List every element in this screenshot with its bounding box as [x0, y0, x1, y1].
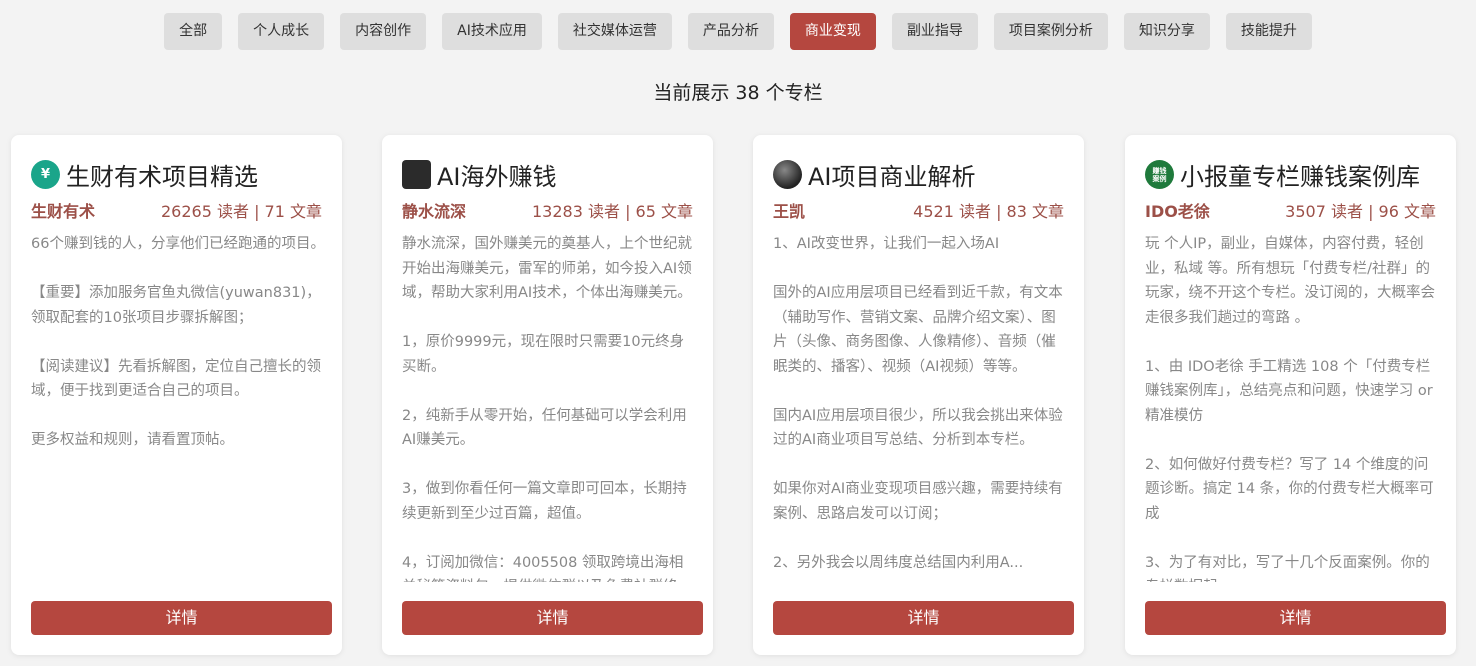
- column-card: 赚钱 案例 小报童专栏赚钱案例库 IDO老徐 3507 读者 | 96 文章 玩…: [1125, 135, 1456, 655]
- tab-personal-growth[interactable]: 个人成长: [238, 13, 325, 50]
- card-description: 66个赚到钱的人，分享他们已经跑通的项目。 【重要】添加服务官鱼丸微信(yuwa…: [31, 236, 325, 448]
- reader-article-stats: 13283 读者 | 65 文章: [532, 202, 693, 221]
- brand-logo-icon: 赚钱 案例: [1145, 160, 1174, 189]
- column-card: AI海外赚钱 静水流深 13283 读者 | 65 文章 静水流深，国外赚美元的…: [382, 135, 713, 655]
- author-name: 生财有术: [31, 202, 96, 221]
- author-name: 静水流深: [402, 202, 467, 221]
- tab-monetization[interactable]: 商业变现: [789, 13, 876, 50]
- detail-button[interactable]: 详情: [31, 601, 332, 635]
- tab-social-media[interactable]: 社交媒体运营: [557, 13, 672, 50]
- globe-icon: [773, 160, 802, 189]
- detail-button[interactable]: 详情: [402, 601, 703, 635]
- reader-article-stats: 3507 读者 | 96 文章: [1285, 202, 1436, 221]
- card-meta: 王凯 4521 读者 | 83 文章: [773, 198, 1064, 222]
- reader-article-stats: 4521 读者 | 83 文章: [913, 202, 1064, 221]
- card-title: 赚钱 案例 小报童专栏赚钱案例库: [1145, 157, 1444, 192]
- card-meta: 生财有术 26265 读者 | 71 文章: [31, 198, 322, 222]
- tab-all[interactable]: 全部: [164, 13, 223, 50]
- author-name: 王凯: [773, 202, 806, 221]
- detail-button[interactable]: 详情: [1145, 601, 1446, 635]
- tab-side-business[interactable]: 副业指导: [891, 13, 978, 50]
- column-card: AI项目商业解析 王凯 4521 读者 | 83 文章 1、AI改变世界，让我们…: [753, 135, 1084, 655]
- card-title-text[interactable]: 生财有术项目精选: [66, 157, 258, 192]
- card-title: AI海外赚钱: [402, 157, 701, 192]
- column-card: ¥ 生财有术项目精选 生财有术 26265 读者 | 71 文章 66个赚到钱的…: [11, 135, 342, 655]
- author-name: IDO老徐: [1145, 202, 1210, 221]
- card-meta: 静水流深 13283 读者 | 65 文章: [402, 198, 693, 222]
- portrait-icon: [402, 160, 431, 189]
- column-count: 当前展示 38 个专栏: [653, 82, 823, 104]
- tab-case-analysis[interactable]: 项目案例分析: [993, 13, 1108, 50]
- card-title-text[interactable]: AI项目商业解析: [808, 157, 976, 192]
- card-description: 1、AI改变世界，让我们一起入场AI 国外的AI应用层项目已经看到近千款，有文本…: [773, 236, 1063, 571]
- tab-knowledge-sharing[interactable]: 知识分享: [1123, 13, 1210, 50]
- tab-skill-improvement[interactable]: 技能提升: [1225, 13, 1312, 50]
- card-title-text[interactable]: AI海外赚钱: [437, 157, 557, 192]
- card-description: 玩 个人IP，副业，自媒体，内容付费，轻创业，私域 等。所有想玩「付费专栏/社群…: [1145, 236, 1435, 582]
- tab-content-creation[interactable]: 内容创作: [340, 13, 427, 50]
- card-title: AI项目商业解析: [773, 157, 1072, 192]
- tab-ai-tech[interactable]: AI技术应用: [442, 13, 542, 50]
- reader-article-stats: 26265 读者 | 71 文章: [161, 202, 322, 221]
- tab-product-analysis[interactable]: 产品分析: [687, 13, 774, 50]
- yuan-coin-icon: ¥: [31, 160, 60, 189]
- card-description: 静水流深，国外赚美元的奠基人，上个世纪就开始出海赚美元，雷军的师弟，如今投入AI…: [402, 236, 692, 582]
- detail-button[interactable]: 详情: [773, 601, 1074, 635]
- card-title-text[interactable]: 小报童专栏赚钱案例库: [1180, 157, 1420, 192]
- card-meta: IDO老徐 3507 读者 | 96 文章: [1145, 198, 1436, 222]
- category-tabs: 全部 个人成长 内容创作 AI技术应用 社交媒体运营 产品分析 商业变现 副业指…: [0, 13, 1476, 50]
- card-title: ¥ 生财有术项目精选: [31, 157, 330, 192]
